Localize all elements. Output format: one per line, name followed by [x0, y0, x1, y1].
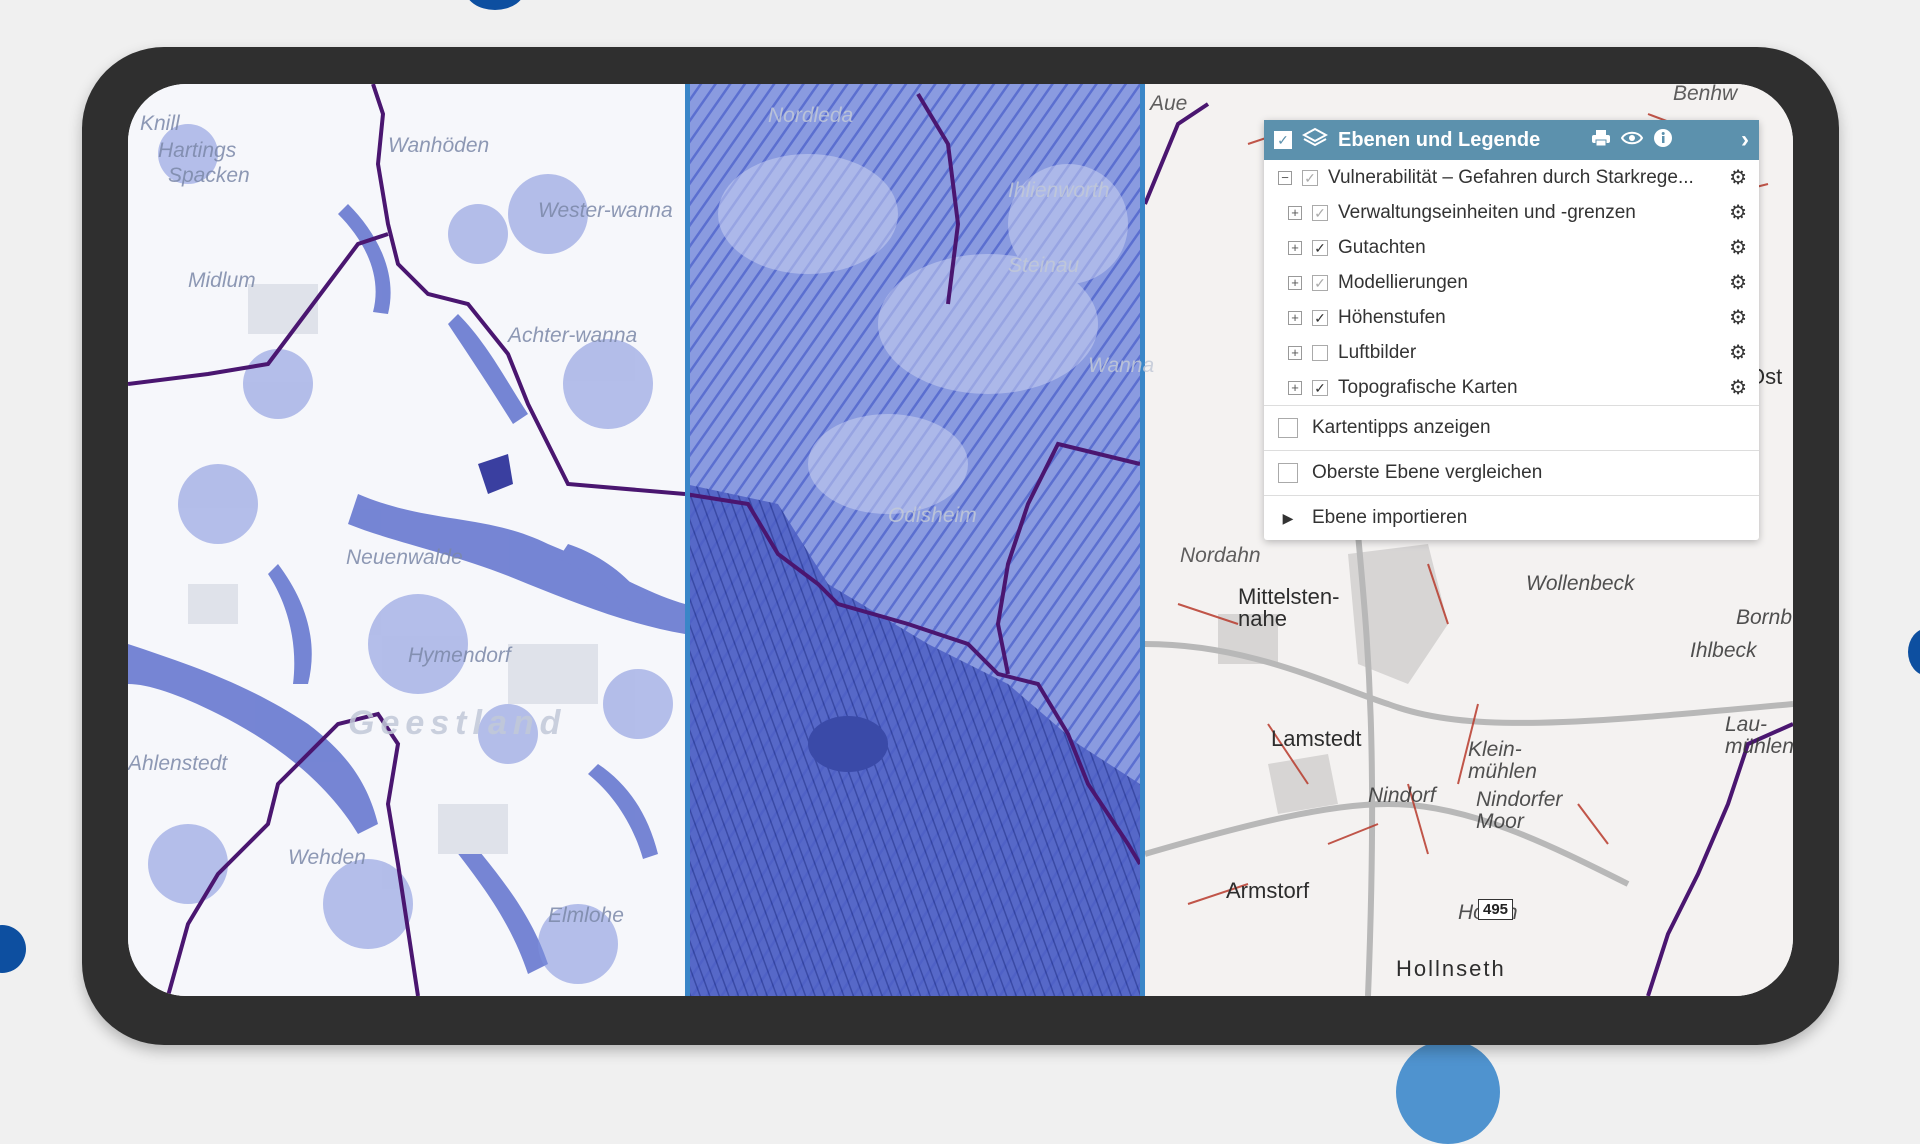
place-label: Aue [1150, 92, 1188, 115]
place-label: Klein-mühlen [1468, 738, 1537, 783]
place-label: Hymendorf [408, 644, 511, 667]
place-label: Knill [140, 112, 180, 135]
place-label: Elmlohe [548, 904, 624, 927]
layer-row-modellierungen[interactable]: + ✓ Modellierungen ⚙ [1264, 265, 1759, 300]
option-import-layer[interactable]: ▶ Ebene importieren [1264, 495, 1759, 540]
layer-root-label: Vulnerabilität – Gefahren durch Starkreg… [1328, 166, 1694, 188]
place-label: Odisheim [888, 504, 977, 527]
place-label: Nindorfer Moor [1476, 788, 1563, 833]
place-label: Armstorf [1226, 878, 1310, 903]
layer-checkbox[interactable]: ✓ [1312, 204, 1328, 221]
place-label: Neuenwalde [346, 546, 463, 569]
import-label: Ebene importieren [1312, 507, 1468, 528]
place-label: Nordahn [1180, 544, 1261, 567]
place-label: Achter-wanna [508, 324, 638, 347]
decor-dot-bottom [1396, 1040, 1500, 1144]
gear-icon[interactable]: ⚙ [1729, 375, 1747, 400]
place-label: Hartings [158, 139, 237, 162]
place-label: Geestland [348, 704, 567, 742]
expand-icon[interactable]: + [1288, 240, 1302, 255]
lake-middle [808, 716, 888, 772]
layer-row-luftbilder[interactable]: + Luftbilder ⚙ [1264, 335, 1759, 370]
layer-row-topografische-karten[interactable]: + ✓ Topografische Karten ⚙ [1264, 370, 1759, 405]
decor-dot-left [0, 925, 26, 973]
expand-icon[interactable]: + [1288, 275, 1302, 290]
layers-icon [1301, 127, 1329, 154]
caret-right-icon: ▶ [1282, 509, 1294, 526]
place-label: Hollnseth [1396, 956, 1506, 981]
place-label: Wanna [1088, 354, 1155, 377]
place-label: Ihlbeck [1690, 639, 1757, 662]
layer-label: Modellierungen [1338, 271, 1468, 293]
map-tips-checkbox[interactable] [1278, 418, 1298, 438]
compare-divider-right[interactable] [1140, 84, 1145, 996]
layer-label: Topografische Karten [1338, 376, 1518, 398]
place-label: Lamstedt [1271, 726, 1362, 751]
chevron-right-icon[interactable]: › [1741, 126, 1749, 154]
place-label: Spacken [168, 164, 250, 187]
info-icon[interactable] [1653, 128, 1673, 153]
layer-checkbox[interactable]: ✓ [1312, 309, 1328, 326]
compare-divider-left[interactable] [685, 84, 690, 996]
gear-icon[interactable]: ⚙ [1729, 165, 1747, 190]
layer-label: Verwaltungseinheiten und -grenzen [1338, 201, 1636, 223]
place-label: Ihlienworth [1008, 179, 1110, 202]
layer-label: Luftbilder [1338, 341, 1417, 363]
layer-row-verwaltung[interactable]: + ✓ Verwaltungseinheiten und -grenzen ⚙ [1264, 195, 1759, 230]
expand-icon[interactable]: + [1288, 380, 1302, 395]
gear-icon[interactable]: ⚙ [1729, 340, 1747, 365]
toggle-all-checkbox[interactable]: ✓ [1274, 131, 1292, 149]
layer-row-gutachten[interactable]: + ✓ Gutachten ⚙ [1264, 230, 1759, 265]
layer-root-row[interactable]: − ✓ Vulnerabilität – Gefahren durch Star… [1264, 160, 1759, 195]
place-label: Nordleda [768, 104, 854, 127]
expand-icon[interactable]: + [1288, 310, 1302, 325]
place-label: Steinau [1008, 254, 1080, 277]
option-compare-top-layer[interactable]: Oberste Ebene vergleichen [1264, 450, 1759, 495]
compare-label: Oberste Ebene vergleichen [1312, 462, 1543, 483]
print-icon[interactable] [1591, 129, 1611, 152]
layer-label: Höhenstufen [1338, 306, 1446, 328]
gear-icon[interactable]: ⚙ [1729, 305, 1747, 330]
map-viewport[interactable]: Knill Hartings Spacken Wanhöden Midlum W… [128, 84, 1793, 996]
collapse-icon[interactable]: − [1278, 170, 1292, 185]
expand-icon[interactable]: + [1288, 205, 1302, 220]
layer-checkbox[interactable]: ✓ [1312, 274, 1328, 291]
place-label: Wehden [288, 846, 366, 869]
layer-panel-title: Ebenen und Legende [1338, 128, 1541, 151]
place-label: Benhw [1673, 84, 1738, 105]
gear-icon[interactable]: ⚙ [1729, 270, 1747, 295]
decor-dot-right [1908, 628, 1920, 676]
layer-root-checkbox[interactable]: ✓ [1302, 169, 1318, 186]
layer-panel: ✓ Ebenen und Legende › − ✓ Vulnerabilitä… [1264, 120, 1759, 540]
layer-checkbox[interactable] [1312, 344, 1328, 361]
layer-row-hoehenstufen[interactable]: + ✓ Höhenstufen ⚙ [1264, 300, 1759, 335]
place-label: Midlum [188, 269, 256, 292]
place-label: Ahlenstedt [128, 752, 228, 775]
layer-checkbox[interactable]: ✓ [1312, 239, 1328, 256]
expand-icon[interactable]: + [1288, 345, 1302, 360]
place-label: Wester-wanna [538, 199, 673, 222]
decor-dot-top [465, 0, 525, 10]
layer-panel-header: ✓ Ebenen und Legende › [1264, 120, 1759, 160]
layer-checkbox[interactable]: ✓ [1312, 379, 1328, 396]
place-label: Nindorf [1368, 784, 1436, 807]
place-label: Lau-mühlen [1725, 713, 1793, 758]
gear-icon[interactable]: ⚙ [1729, 235, 1747, 260]
place-label: Wollenbeck [1526, 572, 1635, 595]
eye-icon[interactable] [1620, 130, 1644, 151]
place-label: Wanhöden [388, 134, 490, 157]
place-label: Bornb [1736, 606, 1793, 629]
gear-icon[interactable]: ⚙ [1729, 200, 1747, 225]
place-label: Mittelsten-nahe [1238, 584, 1340, 631]
compare-checkbox[interactable] [1278, 463, 1298, 483]
map-tips-label: Kartentipps anzeigen [1312, 417, 1491, 438]
road-number-badge: 495 [1478, 899, 1514, 920]
layer-label: Gutachten [1338, 236, 1426, 258]
option-map-tips[interactable]: Kartentipps anzeigen [1264, 405, 1759, 450]
